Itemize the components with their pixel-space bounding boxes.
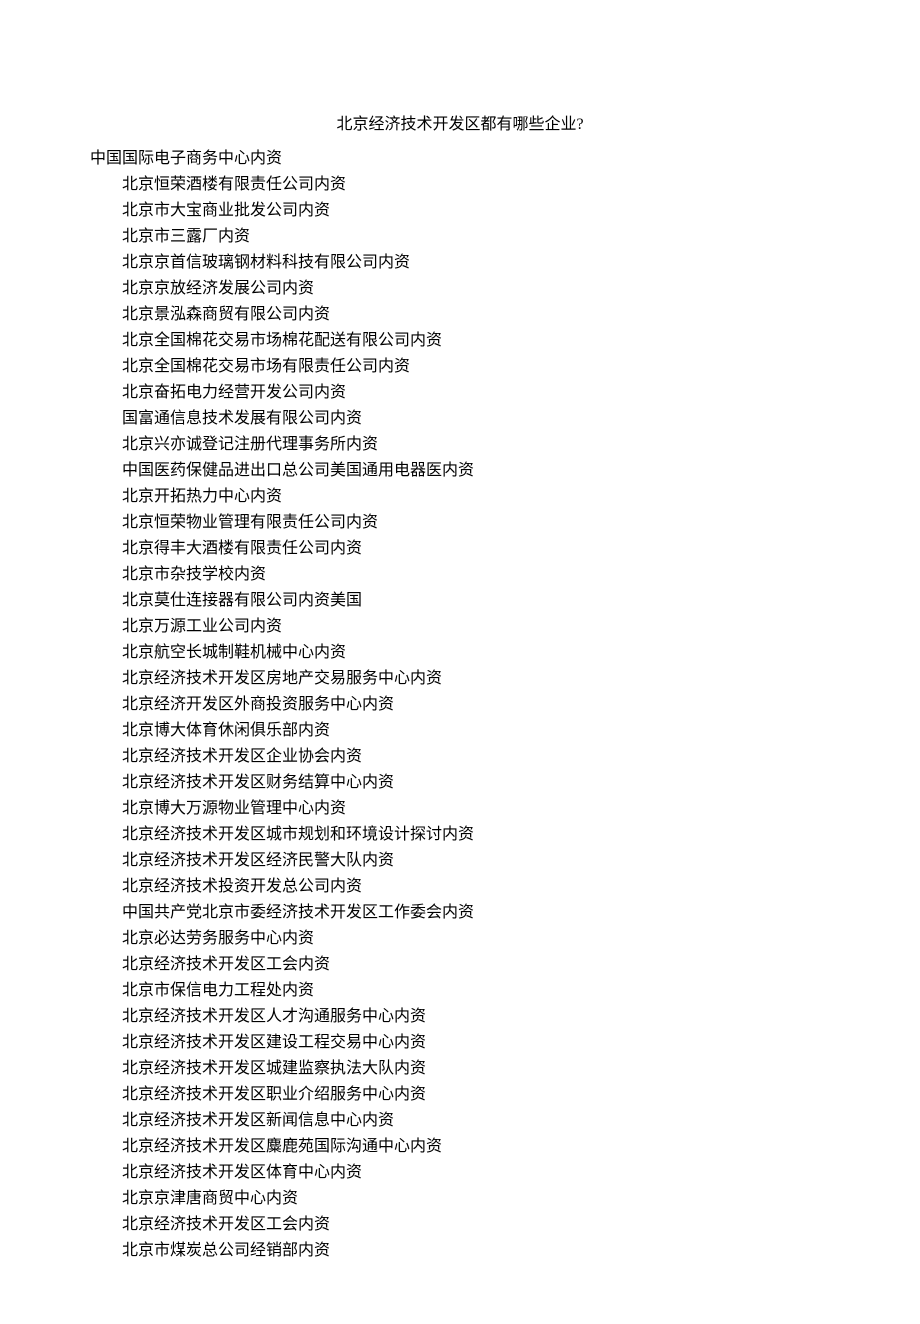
- list-item: 北京开拓热力中心内资: [122, 484, 830, 510]
- list-item: 北京经济技术开发区房地产交易服务中心内资: [122, 666, 830, 692]
- list-item: 国富通信息技术发展有限公司内资: [122, 406, 830, 432]
- list-item: 北京京津唐商贸中心内资: [122, 1186, 830, 1212]
- list-item: 中国共产党北京市委经济技术开发区工作委会内资: [122, 900, 830, 926]
- list-item: 北京景泓森商贸有限公司内资: [122, 302, 830, 328]
- list-item: 北京全国棉花交易市场有限责任公司内资: [122, 354, 830, 380]
- list-item: 北京经济技术开发区企业协会内资: [122, 744, 830, 770]
- company-list: 北京恒荣酒楼有限责任公司内资北京市大宝商业批发公司内资北京市三露厂内资北京京首信…: [90, 172, 830, 1264]
- list-item: 北京经济技术开发区城市规划和环境设计探讨内资: [122, 822, 830, 848]
- list-item: 北京市三露厂内资: [122, 224, 830, 250]
- list-item: 北京莫仕连接器有限公司内资美国: [122, 588, 830, 614]
- list-item: 北京经济技术开发区经济民警大队内资: [122, 848, 830, 874]
- list-item: 北京经济技术投资开发总公司内资: [122, 874, 830, 900]
- list-item: 北京必达劳务服务中心内资: [122, 926, 830, 952]
- list-item: 北京得丰大酒楼有限责任公司内资: [122, 536, 830, 562]
- list-item: 北京经济技术开发区建设工程交易中心内资: [122, 1030, 830, 1056]
- list-item: 北京博大体育休闲俱乐部内资: [122, 718, 830, 744]
- list-item: 北京恒荣物业管理有限责任公司内资: [122, 510, 830, 536]
- list-item: 北京京放经济发展公司内资: [122, 276, 830, 302]
- list-item: 北京全国棉花交易市场棉花配送有限公司内资: [122, 328, 830, 354]
- list-item: 北京市杂技学校内资: [122, 562, 830, 588]
- list-item: 北京兴亦诚登记注册代理事务所内资: [122, 432, 830, 458]
- list-item: 北京经济技术开发区职业介绍服务中心内资: [122, 1082, 830, 1108]
- document-page: 北京经济技术开发区都有哪些企业? 中国国际电子商务中心内资 北京恒荣酒楼有限责任…: [0, 0, 920, 1324]
- list-item: 北京博大万源物业管理中心内资: [122, 796, 830, 822]
- first-company-line: 中国国际电子商务中心内资: [90, 146, 830, 172]
- list-item: 中国医药保健品进出口总公司美国通用电器医内资: [122, 458, 830, 484]
- list-item: 北京经济技术开发区体育中心内资: [122, 1160, 830, 1186]
- list-item: 北京航空长城制鞋机械中心内资: [122, 640, 830, 666]
- list-item: 北京经济技术开发区人才沟通服务中心内资: [122, 1004, 830, 1030]
- list-item: 北京经济技术开发区工会内资: [122, 1212, 830, 1238]
- list-item: 北京恒荣酒楼有限责任公司内资: [122, 172, 830, 198]
- list-item: 北京经济技术开发区工会内资: [122, 952, 830, 978]
- list-item: 北京万源工业公司内资: [122, 614, 830, 640]
- list-item: 北京市煤炭总公司经销部内资: [122, 1238, 830, 1264]
- list-item: 北京经济技术开发区财务结算中心内资: [122, 770, 830, 796]
- list-item: 北京市保信电力工程处内资: [122, 978, 830, 1004]
- list-item: 北京经济开发区外商投资服务中心内资: [122, 692, 830, 718]
- list-item: 北京京首信玻璃钢材料科技有限公司内资: [122, 250, 830, 276]
- list-item: 北京奋拓电力经营开发公司内资: [122, 380, 830, 406]
- list-item: 北京市大宝商业批发公司内资: [122, 198, 830, 224]
- page-title: 北京经济技术开发区都有哪些企业?: [90, 110, 830, 134]
- list-item: 北京经济技术开发区新闻信息中心内资: [122, 1108, 830, 1134]
- list-item: 北京经济技术开发区城建监察执法大队内资: [122, 1056, 830, 1082]
- list-item: 北京经济技术开发区麋鹿苑国际沟通中心内资: [122, 1134, 830, 1160]
